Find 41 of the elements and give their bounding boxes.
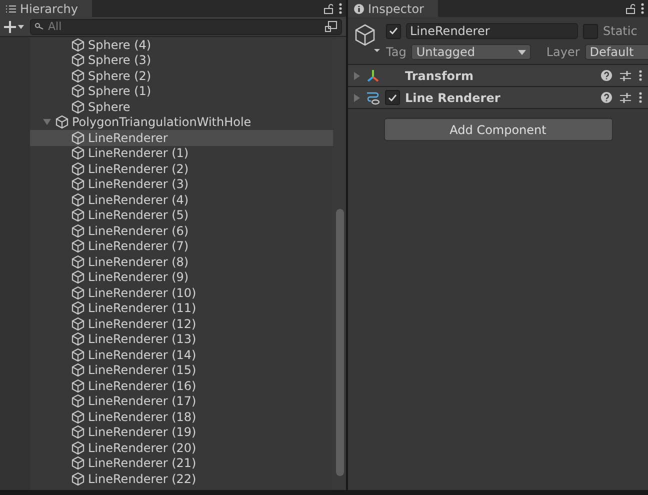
hierarchy-item[interactable]: LineRenderer (5) bbox=[30, 208, 333, 223]
hierarchy-tab[interactable]: Hierarchy bbox=[0, 0, 92, 17]
hierarchy-item[interactable]: LineRenderer (20) bbox=[30, 440, 333, 456]
component-header[interactable]: Line Renderer bbox=[348, 87, 648, 109]
name-field[interactable]: LineRenderer bbox=[406, 23, 578, 39]
hierarchy-item[interactable]: PolygonTriangulationWithHole bbox=[30, 114, 333, 130]
hierarchy-item[interactable]: Sphere (2) bbox=[30, 68, 333, 84]
hierarchy-item[interactable]: LineRenderer (15) bbox=[30, 362, 333, 378]
hierarchy-item[interactable]: LineRenderer (8) bbox=[30, 254, 333, 270]
tag-dropdown[interactable]: Untagged bbox=[411, 44, 532, 60]
hierarchy-item[interactable]: LineRenderer (9) bbox=[30, 270, 333, 285]
hierarchy-item[interactable]: LineRenderer (12) bbox=[30, 316, 333, 332]
hierarchy-item[interactable]: LineRenderer (11) bbox=[30, 300, 333, 316]
hierarchy-item[interactable]: LineRenderer (4) bbox=[30, 192, 333, 208]
hierarchy-item[interactable]: LineRenderer (2) bbox=[30, 161, 333, 176]
hierarchy-item[interactable]: LineRenderer (6) bbox=[30, 223, 333, 238]
hierarchy-item[interactable]: LineRenderer (18) bbox=[30, 409, 333, 424]
hierarchy-item[interactable]: LineRenderer (1) bbox=[30, 146, 333, 161]
layer-dropdown[interactable]: Default bbox=[584, 44, 648, 60]
hierarchy-item[interactable]: LineRenderer (14) bbox=[30, 347, 333, 362]
add-component-button[interactable]: Add Component bbox=[384, 118, 612, 141]
hierarchy-item[interactable]: LineRenderer (10) bbox=[30, 285, 333, 300]
hierarchy-item[interactable]: Sphere (3) bbox=[30, 52, 333, 68]
hierarchy-item[interactable]: LineRenderer (7) bbox=[30, 238, 333, 254]
hierarchy-item[interactable]: Sphere bbox=[30, 99, 333, 114]
hierarchy-item[interactable]: LineRenderer (16) bbox=[30, 378, 333, 394]
inspector-tab[interactable]: Inspector bbox=[348, 0, 438, 17]
tag-label: Tag bbox=[386, 45, 406, 59]
static-label: Static bbox=[603, 24, 638, 38]
hierarchy-item[interactable]: LineRenderer (21) bbox=[30, 456, 333, 471]
layer-label: Layer bbox=[546, 45, 580, 59]
hierarchy-item[interactable]: Sphere (4) bbox=[30, 37, 333, 52]
hierarchy-item[interactable]: LineRenderer (22) bbox=[30, 471, 333, 486]
hierarchy-item[interactable]: LineRenderer (13) bbox=[30, 332, 333, 347]
hierarchy-item[interactable]: LineRenderer (19) bbox=[30, 424, 333, 440]
hierarchy-item[interactable]: Sphere (1) bbox=[30, 84, 333, 99]
hierarchy-item[interactable]: LineRenderer (3) bbox=[30, 176, 333, 192]
search-field[interactable]: All bbox=[30, 18, 342, 34]
component-header[interactable]: Transform bbox=[348, 65, 648, 87]
hierarchy-item[interactable]: LineRenderer (17) bbox=[30, 394, 333, 409]
hierarchy-item[interactable]: LineRenderer bbox=[30, 130, 333, 146]
